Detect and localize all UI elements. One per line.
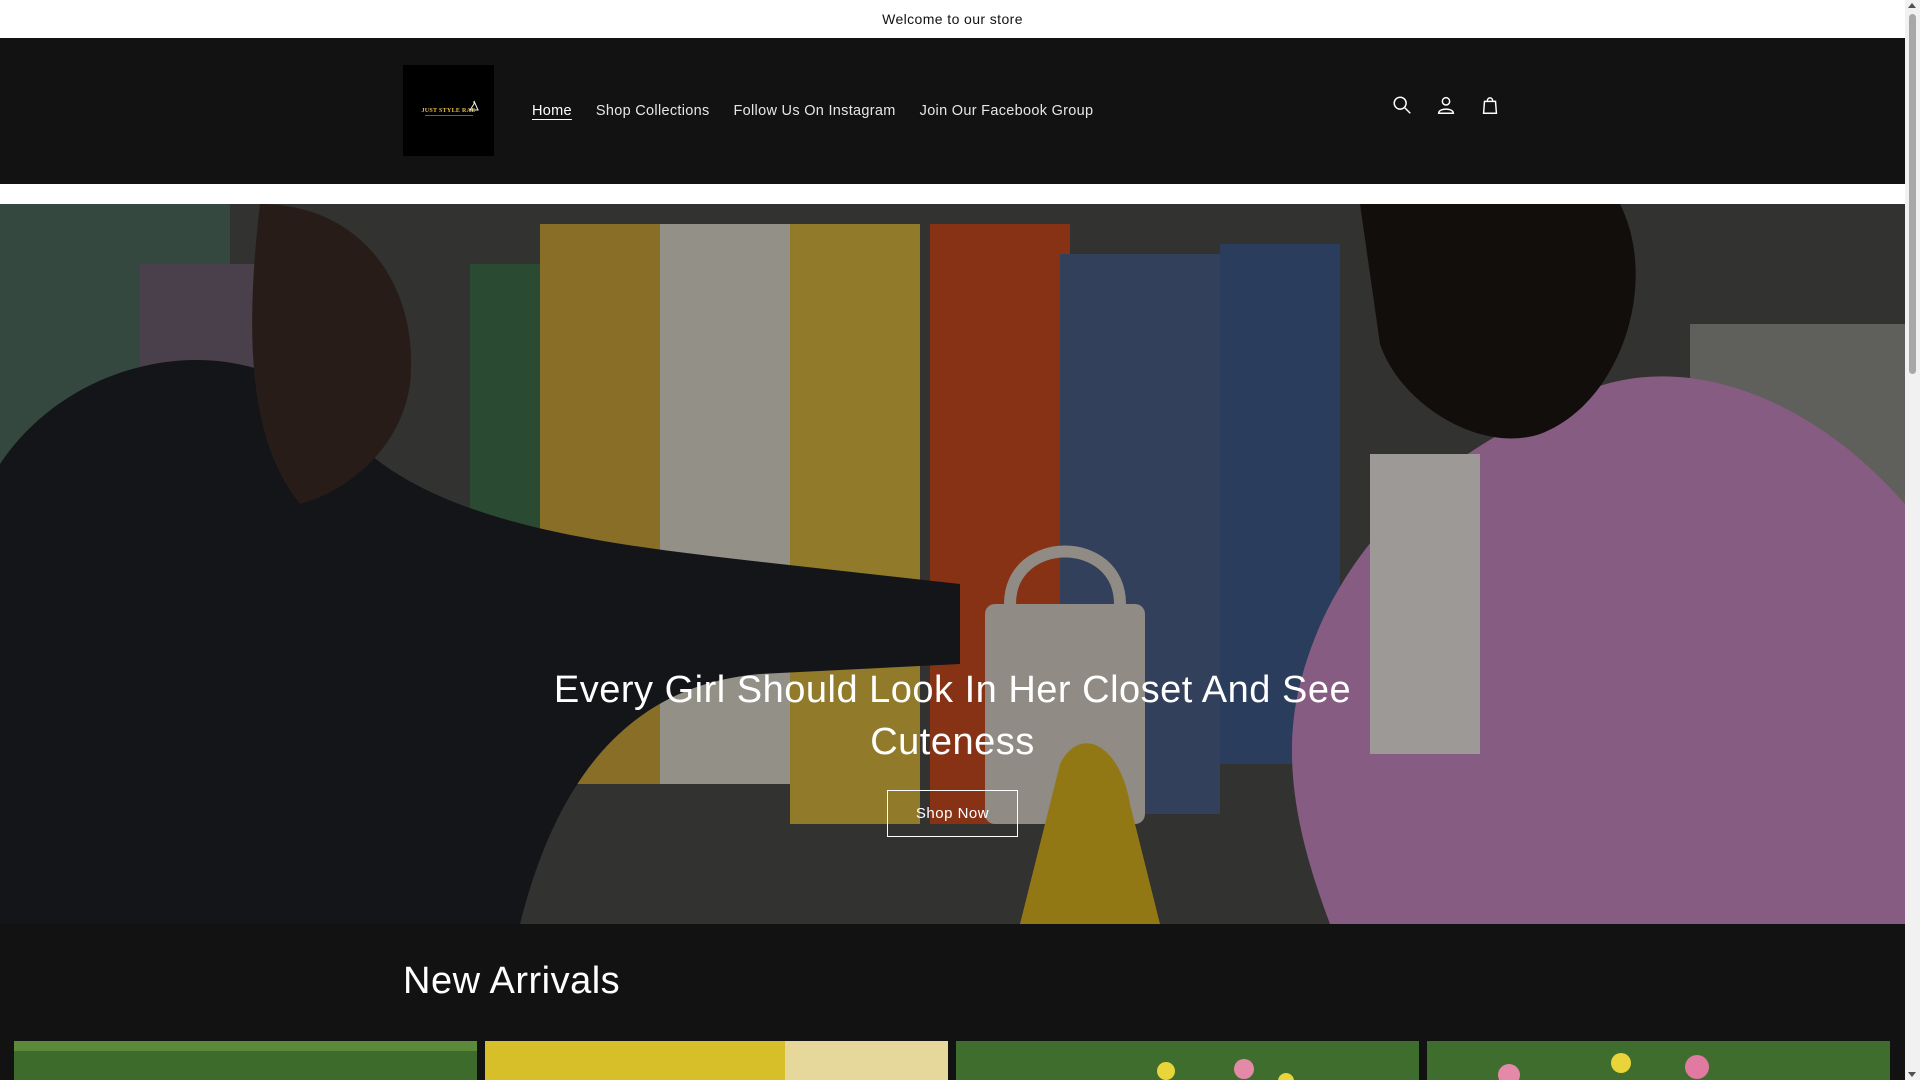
search-icon bbox=[1393, 96, 1411, 114]
logo-text: JUST STYLE RAE bbox=[421, 107, 476, 114]
product-card[interactable] bbox=[485, 1041, 948, 1080]
storefront-page: Welcome to our store JUST STYLE RAE Home… bbox=[0, 0, 1905, 1080]
hanger-icon bbox=[469, 100, 479, 111]
product-image bbox=[14, 1041, 477, 1080]
store-logo[interactable]: JUST STYLE RAE bbox=[403, 65, 494, 156]
new-arrivals-title: New Arrivals bbox=[403, 960, 621, 1002]
nav-link-shop-collections[interactable]: Shop Collections bbox=[584, 103, 722, 119]
cart-button[interactable] bbox=[1478, 93, 1502, 117]
announcement-text: Welcome to our store bbox=[882, 11, 1023, 27]
site-header: JUST STYLE RAE Home Shop Collections Fol… bbox=[0, 38, 1905, 184]
header-divider bbox=[0, 184, 1905, 204]
product-image bbox=[1427, 1041, 1890, 1080]
page-scrollbar[interactable] bbox=[1905, 0, 1920, 1080]
hero-content: Every Girl Should Look In Her Closet And… bbox=[0, 664, 1905, 837]
nav-link-instagram[interactable]: Follow Us On Instagram bbox=[722, 103, 908, 119]
header-icons bbox=[1390, 93, 1502, 117]
search-button[interactable] bbox=[1390, 93, 1414, 117]
main-nav: Home Shop Collections Follow Us On Insta… bbox=[532, 38, 1105, 184]
product-image bbox=[956, 1041, 1419, 1080]
nav-link-home[interactable]: Home bbox=[532, 103, 584, 119]
account-button[interactable] bbox=[1434, 93, 1458, 117]
hero-banner: Every Girl Should Look In Her Closet And… bbox=[0, 204, 1905, 924]
product-card[interactable] bbox=[956, 1041, 1419, 1080]
scroll-down-arrow-icon[interactable] bbox=[1908, 1072, 1916, 1077]
account-icon bbox=[1437, 96, 1455, 114]
product-image bbox=[485, 1041, 948, 1080]
product-card[interactable] bbox=[14, 1041, 477, 1080]
scroll-up-arrow-icon[interactable] bbox=[1908, 3, 1916, 8]
cart-icon bbox=[1482, 97, 1498, 114]
logo-underline bbox=[425, 115, 473, 116]
shop-now-button[interactable]: Shop Now bbox=[887, 790, 1018, 837]
announcement-bar: Welcome to our store bbox=[0, 0, 1905, 38]
nav-link-facebook-group[interactable]: Join Our Facebook Group bbox=[908, 103, 1106, 119]
hero-title: Every Girl Should Look In Her Closet And… bbox=[553, 669, 1352, 763]
product-card[interactable] bbox=[1427, 1041, 1890, 1080]
new-arrivals-grid bbox=[14, 1041, 1890, 1080]
scrollbar-thumb[interactable] bbox=[1909, 14, 1916, 374]
